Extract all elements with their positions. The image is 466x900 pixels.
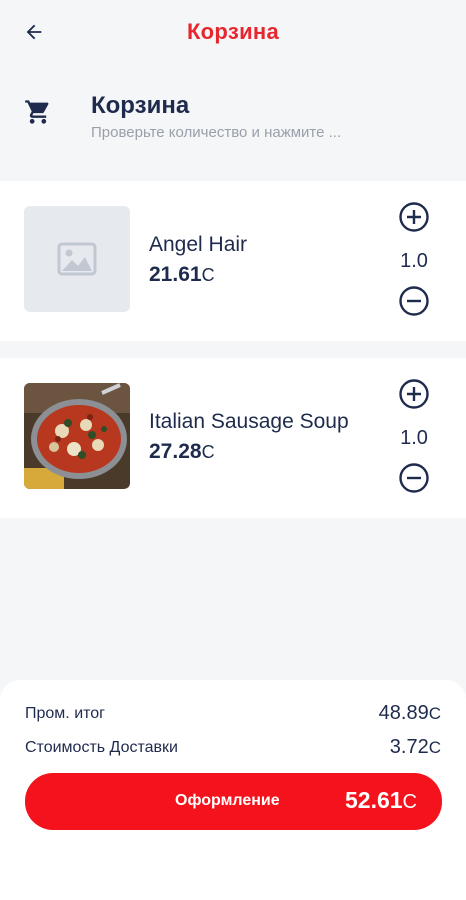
image-placeholder-icon (24, 206, 130, 312)
decrease-quantity-button[interactable] (398, 285, 430, 317)
cart-item: Italian Sausage Soup 27.28C 1.0 (0, 358, 466, 518)
item-name: Italian Sausage Soup (149, 410, 349, 433)
subtotal-row: Пром. итог 48.89C (25, 702, 441, 728)
cart-icon (24, 98, 52, 126)
quantity-value: 1.0 (400, 250, 428, 272)
checkout-total: 52.61C (344, 787, 417, 813)
checkout-button[interactable]: Оформление 52.61C (25, 773, 442, 830)
cart-item: Angel Hair 21.61C 1.0 (0, 181, 466, 341)
plus-circle-icon (399, 202, 429, 232)
item-name: Angel Hair (149, 233, 248, 256)
app-bar: Корзина (0, 0, 466, 64)
subtotal-label: Пром. итог (25, 705, 106, 722)
subtotal-value: 48.89C (378, 702, 441, 724)
sausage-soup-photo (24, 383, 130, 489)
minus-circle-icon (399, 463, 429, 493)
section-subtitle: Проверьте количество и нажмите ... (91, 124, 342, 141)
item-price: 27.28C (149, 440, 215, 463)
increase-quantity-button[interactable] (398, 378, 430, 410)
cart-section-header: Корзина Проверьте количество и нажмите .… (0, 80, 466, 150)
decrease-quantity-button[interactable] (398, 462, 430, 494)
delivery-label: Стоимость Доставки (25, 739, 178, 756)
order-summary: Пром. итог 48.89C Стоимость Доставки 3.7… (0, 680, 466, 900)
quantity-value: 1.0 (400, 427, 428, 449)
delivery-value: 3.72C (389, 736, 441, 758)
item-price: 21.61C (149, 263, 215, 286)
increase-quantity-button[interactable] (398, 201, 430, 233)
minus-circle-icon (399, 286, 429, 316)
section-title: Корзина (91, 92, 190, 119)
delivery-row: Стоимость Доставки 3.72C (25, 736, 441, 762)
page-title: Корзина (186, 19, 280, 44)
plus-circle-icon (399, 379, 429, 409)
checkout-label: Оформление (175, 792, 280, 809)
